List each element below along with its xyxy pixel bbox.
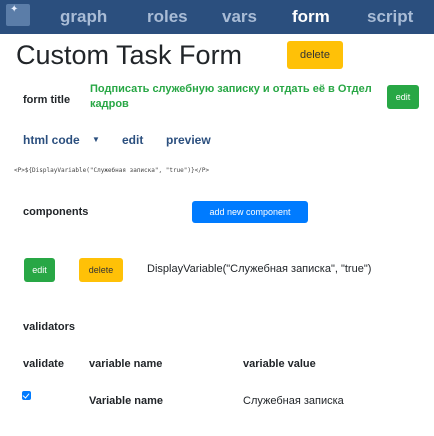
- tab-script[interactable]: script: [367, 7, 413, 27]
- column-header-variable-value: variable value: [243, 358, 316, 370]
- component-description: DisplayVariable("Служебная записка", "tr…: [147, 263, 372, 275]
- form-title-label: form title: [23, 94, 71, 106]
- validators-label: validators: [23, 321, 75, 333]
- column-header-validate: validate: [23, 358, 64, 370]
- tab-graph[interactable]: graph: [60, 7, 107, 27]
- column-header-variable-name: variable name: [89, 358, 163, 370]
- add-new-component-button[interactable]: add new component: [192, 201, 308, 223]
- check-icon: [22, 391, 30, 399]
- components-label: components: [23, 206, 89, 218]
- delete-component-button[interactable]: delete: [79, 258, 123, 282]
- validator-variable-value: Служебная записка: [243, 395, 344, 407]
- page-title: Custom Task Form: [16, 40, 243, 70]
- form-title-value: Подписать служебную записку и отдать её …: [90, 83, 372, 110]
- edit-component-button[interactable]: edit: [24, 258, 55, 282]
- edit-form-title-button[interactable]: edit: [387, 85, 419, 109]
- sparkle-icon[interactable]: ✦: [6, 4, 30, 26]
- tab-form[interactable]: form: [292, 7, 330, 27]
- delete-form-button[interactable]: delete: [287, 41, 343, 69]
- tab-vars[interactable]: vars: [222, 7, 257, 27]
- subtab-edit[interactable]: edit: [122, 132, 143, 148]
- caret-down-icon[interactable]: ▼: [92, 134, 100, 146]
- subtab-preview[interactable]: preview: [166, 132, 211, 148]
- tab-roles[interactable]: roles: [147, 7, 188, 27]
- subtab-html-code[interactable]: html code: [23, 132, 80, 148]
- top-navbar: ✦ graph roles vars form script: [0, 0, 434, 34]
- validator-variable-name: Variable name: [89, 395, 163, 407]
- html-code-preview: <P>${DisplayVariable("Служебная записка"…: [14, 167, 210, 174]
- validate-checkbox[interactable]: [22, 391, 31, 400]
